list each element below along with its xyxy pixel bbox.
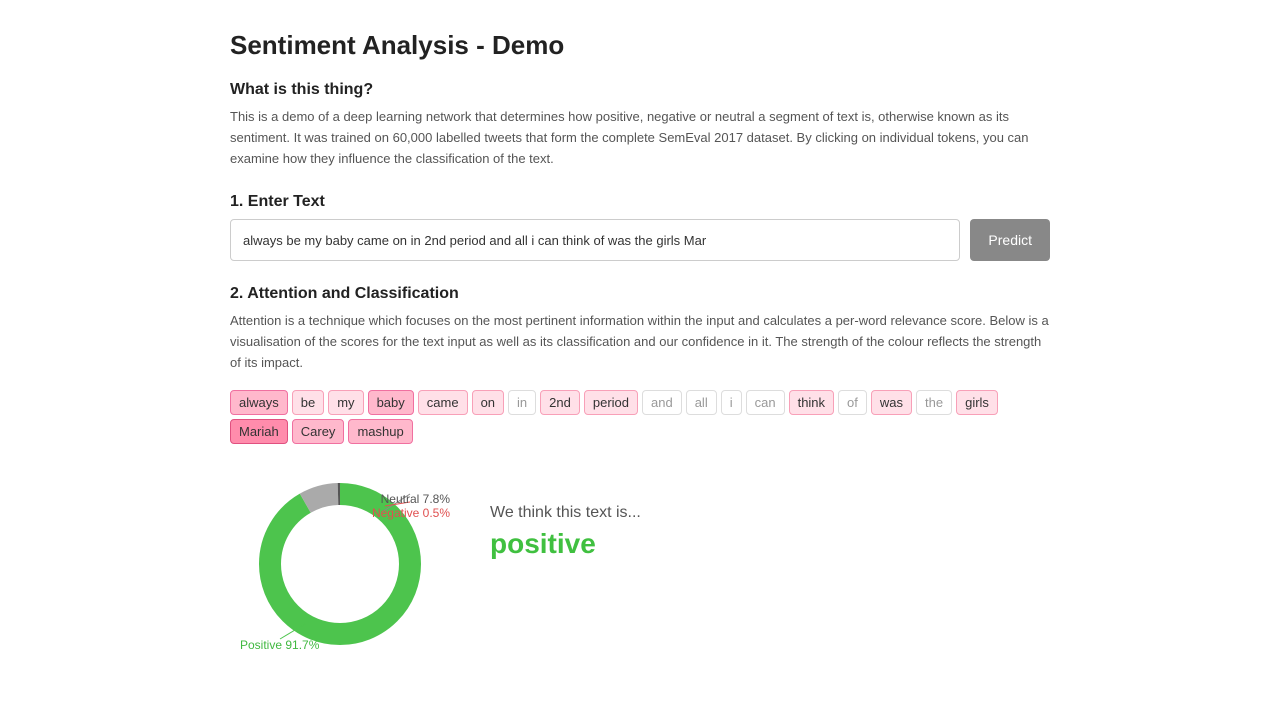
token[interactable]: baby (368, 390, 414, 415)
token-container: alwaysbemybabycameonin2ndperiodandallica… (230, 390, 1050, 444)
page-title: Sentiment Analysis - Demo (230, 30, 1050, 61)
attention-heading: 2. Attention and Classification (230, 285, 1050, 303)
token[interactable]: the (916, 390, 952, 415)
token[interactable]: my (328, 390, 363, 415)
token[interactable]: period (584, 390, 638, 415)
token[interactable]: in (508, 390, 536, 415)
result-section: We think this text is... positive (490, 464, 641, 560)
token[interactable]: Carey (292, 419, 345, 444)
token[interactable]: came (418, 390, 468, 415)
input-row: Predict (230, 219, 1050, 261)
token[interactable]: Mariah (230, 419, 288, 444)
token[interactable]: on (472, 390, 504, 415)
token[interactable]: always (230, 390, 288, 415)
token[interactable]: 2nd (540, 390, 580, 415)
negative-label: Negative 0.5% (372, 506, 450, 520)
we-think-text: We think this text is... (490, 504, 641, 522)
positive-label: Positive 91.7% (240, 638, 319, 652)
donut-chart: Neutral 7.8% Negative 0.5% Positive 91.7… (230, 464, 450, 664)
token[interactable]: mashup (348, 419, 412, 444)
what-is-this-description: This is a demo of a deep learning networ… (230, 107, 1050, 169)
token[interactable]: of (838, 390, 867, 415)
token[interactable]: and (642, 390, 682, 415)
chart-section: Neutral 7.8% Negative 0.5% Positive 91.7… (230, 464, 1050, 664)
text-input[interactable] (230, 219, 960, 261)
token[interactable]: all (686, 390, 717, 415)
token[interactable]: i (721, 390, 742, 415)
token[interactable]: was (871, 390, 912, 415)
token[interactable]: be (292, 390, 324, 415)
token[interactable]: think (789, 390, 834, 415)
token[interactable]: can (746, 390, 785, 415)
enter-text-section: 1. Enter Text Predict (230, 193, 1050, 261)
enter-text-heading: 1. Enter Text (230, 193, 1050, 211)
predict-button[interactable]: Predict (970, 219, 1050, 261)
page-container: Sentiment Analysis - Demo What is this t… (190, 0, 1090, 718)
neutral-label: Neutral 7.8% (381, 492, 450, 506)
attention-section: 2. Attention and Classification Attentio… (230, 285, 1050, 663)
attention-description: Attention is a technique which focuses o… (230, 311, 1050, 373)
token[interactable]: girls (956, 390, 998, 415)
sentiment-label: positive (490, 528, 641, 560)
what-is-this-section: What is this thing? This is a demo of a … (230, 81, 1050, 169)
what-is-this-heading: What is this thing? (230, 81, 1050, 99)
